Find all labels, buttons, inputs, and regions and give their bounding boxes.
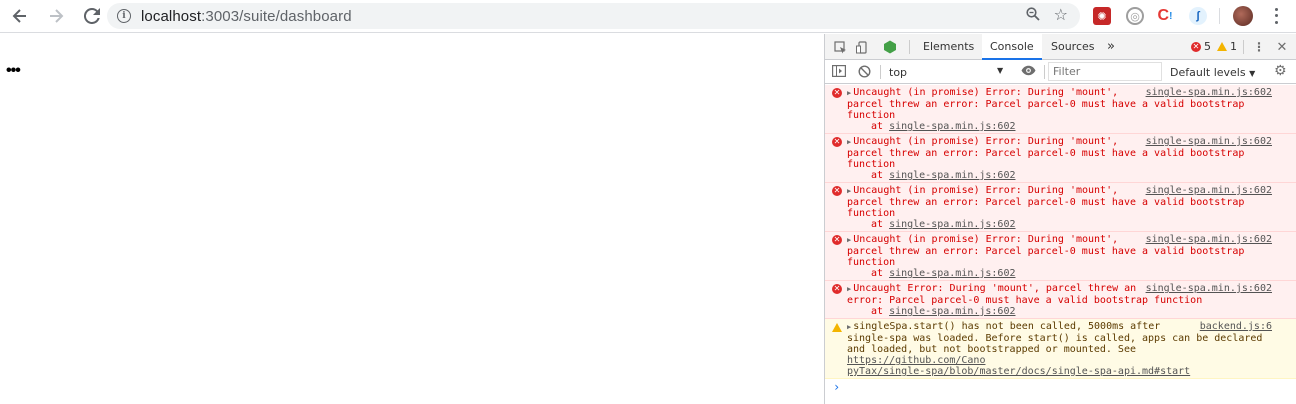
more-tabs-button[interactable]: » (1099, 34, 1123, 60)
tab-console[interactable]: Console (982, 34, 1042, 60)
browser-menu-icon[interactable] (1268, 6, 1284, 26)
node-icon[interactable] (883, 40, 897, 54)
stack-frame-link[interactable]: single-spa.min.js:602 (889, 306, 1015, 317)
sidebar-toggle-icon[interactable] (832, 65, 847, 80)
extension-red-icon[interactable]: ✺ (1093, 7, 1111, 25)
inspect-element-icon[interactable] (833, 40, 847, 54)
error-icon: ✕ (832, 284, 842, 294)
clear-console-icon[interactable] (858, 65, 871, 81)
arrow-right-icon (50, 9, 64, 23)
tab-elements[interactable]: Elements (915, 34, 982, 60)
profile-avatar[interactable] (1233, 6, 1253, 26)
console-error-message[interactable]: ✕ ▶ Uncaught Error: During 'mount', parce… (825, 281, 1296, 319)
site-info-icon[interactable]: i (117, 9, 131, 23)
warning-source-link[interactable]: backend.js:6 (1200, 321, 1272, 332)
console-error-message[interactable]: ✕ ▶ Uncaught (in promise) Error: During '… (825, 232, 1296, 281)
back-button[interactable] (6, 2, 34, 30)
console-prompt[interactable]: › (825, 379, 1296, 395)
extension-blue-icon[interactable]: ʃ (1189, 7, 1207, 25)
expand-triangle-icon[interactable]: ▶ (847, 138, 851, 146)
context-dropdown-icon[interactable]: ▼ (997, 66, 1003, 75)
expand-triangle-icon[interactable]: ▶ (847, 187, 851, 195)
devtools-menu-icon[interactable]: ⋮ (1252, 40, 1266, 54)
stack-frame-link[interactable]: single-spa.min.js:602 (889, 268, 1015, 279)
close-devtools-icon[interactable]: ✕ (1275, 40, 1289, 55)
expand-triangle-icon[interactable]: ▶ (847, 323, 851, 331)
expand-triangle-icon[interactable]: ▶ (847, 285, 851, 293)
console-error-message[interactable]: ✕ ▶ Uncaught (in promise) Error: During '… (825, 183, 1296, 232)
console-messages: ✕ ▶ Uncaught (in promise) Error: During '… (825, 85, 1296, 404)
stack-frame: at single-spa.min.js:602 (871, 219, 1016, 230)
tab-divider (1243, 40, 1244, 54)
warning-count: 1 (1230, 40, 1237, 53)
address-bar[interactable]: i localhost:3003/suite/dashboard ☆ (107, 3, 1080, 29)
url-text[interactable]: localhost:3003/suite/dashboard (141, 8, 352, 25)
error-icon: ✕ (832, 137, 842, 147)
tab-sources[interactable]: Sources (1043, 34, 1103, 60)
console-error-message[interactable]: ✕ ▶ Uncaught (in promise) Error: During '… (825, 134, 1296, 183)
stack-frame-link[interactable]: single-spa.min.js:602 (889, 219, 1015, 230)
reload-icon (84, 8, 100, 24)
stack-frame-link[interactable]: single-spa.min.js:602 (889, 170, 1015, 181)
expand-triangle-icon[interactable]: ▶ (847, 236, 851, 244)
filter-divider (880, 65, 881, 79)
toolbar-divider (1219, 8, 1220, 24)
error-count: 5 (1204, 40, 1211, 53)
error-icon: ✕ (832, 235, 842, 245)
zoom-icon[interactable] (1026, 7, 1040, 24)
prompt-chevron-icon: › (833, 380, 841, 394)
devtools-tabbar: Elements Console Sources » ✕ 5 1 ⋮ ✕ (825, 34, 1296, 60)
forward-button[interactable] (42, 2, 70, 30)
warning-icon (832, 323, 842, 332)
filter-divider (1044, 65, 1045, 79)
stack-frame: at single-spa.min.js:602 (871, 268, 1016, 279)
tab-divider (909, 40, 910, 54)
warning-count-icon (1217, 42, 1227, 51)
bookmark-star-icon[interactable]: ☆ (1054, 5, 1068, 25)
log-levels-label: Default levels (1170, 66, 1246, 79)
loading-indicator: ••• (6, 62, 21, 79)
stack-frame-link[interactable]: single-spa.min.js:602 (889, 121, 1015, 132)
stack-frame: at single-spa.min.js:602 (871, 121, 1016, 132)
live-expression-eye-icon[interactable] (1021, 65, 1036, 80)
log-levels-dropdown[interactable]: Default levels ▼ (1170, 66, 1255, 79)
console-filter-input[interactable] (1048, 62, 1162, 81)
stack-frame: at single-spa.min.js:602 (871, 306, 1016, 317)
extension-c-icon[interactable]: C! (1156, 7, 1174, 25)
error-count-icon: ✕ (1191, 41, 1201, 52)
devtools-panel: Elements Console Sources » ✕ 5 1 ⋮ ✕ top… (824, 34, 1296, 404)
error-source-link[interactable]: single-spa.min.js:602 (1146, 234, 1272, 245)
console-warning-message[interactable]: ▶ singleSpa.start() has not been called, … (825, 319, 1296, 379)
error-icon: ✕ (832, 88, 842, 98)
error-source-link[interactable]: single-spa.min.js:602 (1146, 185, 1272, 196)
url-path: :3003/suite/dashboard (201, 7, 352, 25)
stack-frame: at single-spa.min.js:602 (871, 170, 1016, 181)
error-source-link[interactable]: single-spa.min.js:602 (1146, 136, 1272, 147)
warning-docs-link[interactable]: https://github.com/Cano pyTax/single-spa… (847, 355, 1190, 377)
console-filter-bar: top ▼ Default levels ▼ ⚙ (825, 60, 1296, 84)
reload-button[interactable] (78, 2, 106, 30)
arrow-left-icon (12, 9, 26, 23)
page-viewport: ••• (0, 34, 824, 404)
error-source-link[interactable]: single-spa.min.js:602 (1146, 87, 1272, 98)
extension-grey-icon[interactable]: ◎ (1126, 7, 1144, 25)
error-source-link[interactable]: single-spa.min.js:602 (1146, 283, 1272, 294)
expand-triangle-icon[interactable]: ▶ (847, 89, 851, 97)
browser-toolbar: i localhost:3003/suite/dashboard ☆ ✺ ◎ C… (0, 0, 1296, 33)
error-icon: ✕ (832, 186, 842, 196)
context-selector[interactable]: top (889, 66, 907, 79)
chevron-down-icon: ▼ (1249, 69, 1256, 78)
device-toolbar-icon[interactable] (855, 40, 869, 54)
console-error-message[interactable]: ✕ ▶ Uncaught (in promise) Error: During '… (825, 85, 1296, 134)
url-host: localhost (141, 7, 202, 25)
issue-counts[interactable]: ✕ 5 1 (1191, 40, 1237, 53)
console-settings-gear-icon[interactable]: ⚙ (1274, 63, 1287, 79)
